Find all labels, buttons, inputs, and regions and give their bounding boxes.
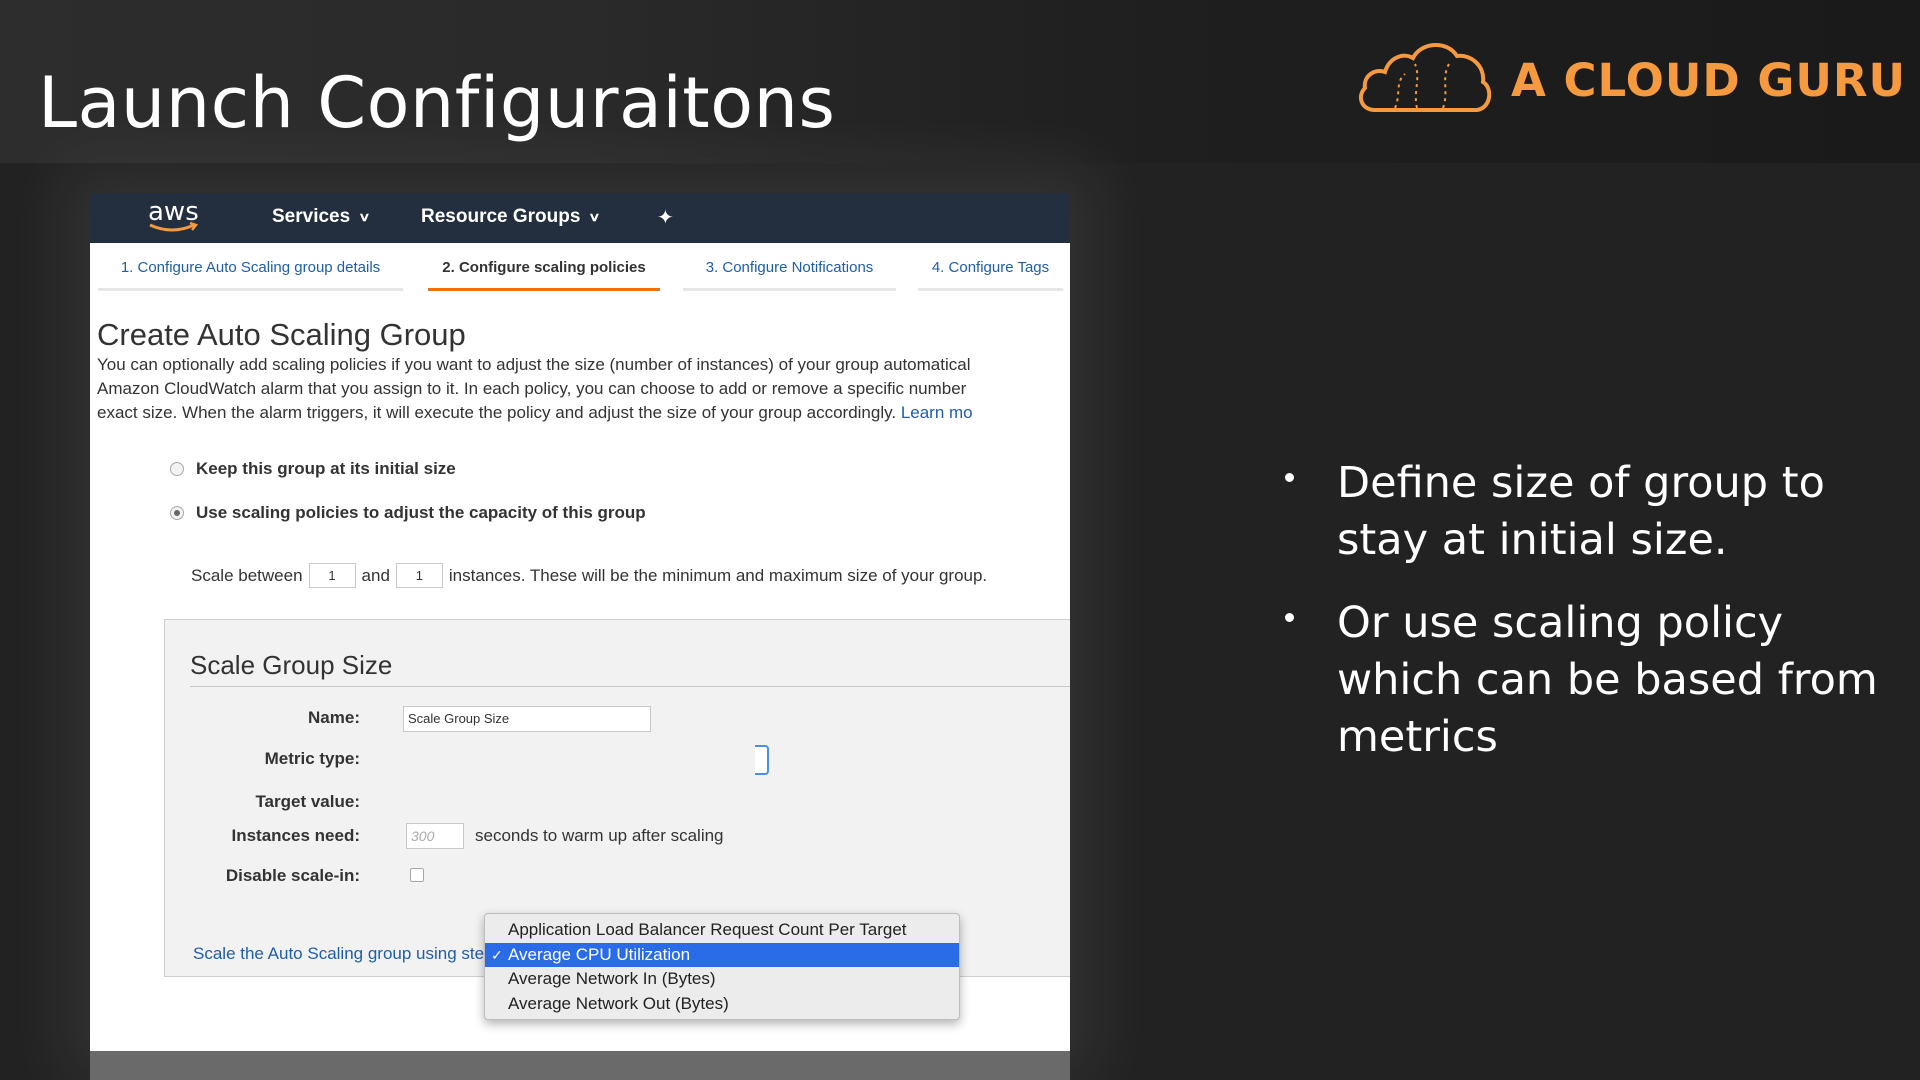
metric-type-dropdown[interactable]: Application Load Balancer Request Count … — [484, 913, 960, 1020]
bullet-item: Or use scaling policy which can be based… — [1285, 595, 1885, 766]
brand-logo: A CLOUD GURU — [1355, 38, 1906, 123]
aws-smile-icon — [149, 221, 199, 232]
aws-console-screenshot: aws Services ∨ Resource Groups ∨ ✦ 1. Co… — [90, 193, 1070, 1051]
description-line: Amazon CloudWatch alarm that you assign … — [97, 379, 967, 398]
dropdown-option-selected[interactable]: ✓ Average CPU Utilization — [485, 942, 959, 967]
dropdown-option[interactable]: Average Network Out (Bytes) — [485, 992, 959, 1017]
warmup-seconds-input[interactable]: 300 — [406, 823, 464, 849]
target-value-label: Target value: — [255, 792, 360, 811]
radio-keep-initial-size[interactable]: Keep this group at its initial size — [170, 459, 456, 479]
disable-scale-in-checkbox[interactable] — [410, 868, 424, 882]
disable-scale-in-label: Disable scale-in: — [225, 866, 360, 885]
chevron-down-icon: ∨ — [588, 210, 601, 224]
page-heading: Create Auto Scaling Group — [97, 317, 466, 352]
wizard-steps: 1. Configure Auto Scaling group details … — [98, 255, 1070, 295]
chevron-down-icon: ∨ — [358, 210, 371, 224]
bullet-item: Define size of group to stay at initial … — [1285, 455, 1885, 569]
name-label: Name: — [308, 708, 360, 727]
pin-icon[interactable]: ✦ — [657, 205, 674, 230]
dropdown-option[interactable]: Average Network In (Bytes) — [485, 967, 959, 992]
policy-name-input[interactable]: Scale Group Size — [403, 706, 651, 732]
radio-button[interactable] — [170, 462, 184, 476]
warmup-text: seconds to warm up after scaling — [475, 826, 724, 845]
learn-more-link[interactable]: Learn mo — [901, 403, 973, 422]
screenshot-bottom-edge — [90, 1051, 1070, 1080]
page-description: You can optionally add scaling policies … — [97, 353, 1070, 425]
description-line: exact size. When the alarm triggers, it … — [97, 403, 897, 422]
scale-between-prefix: Scale between — [191, 565, 303, 585]
cloud-logo-icon — [1358, 43, 1492, 112]
resource-groups-label: Resource Groups — [421, 206, 581, 227]
panel-divider — [190, 686, 1070, 687]
description-line: You can optionally add scaling policies … — [97, 355, 971, 374]
tab-step-1[interactable]: 1. Configure Auto Scaling group details — [98, 255, 403, 291]
slide-title: Launch Configuraitons — [38, 62, 836, 144]
bullet-list: Define size of group to stay at initial … — [1285, 455, 1885, 792]
checkmark-icon: ✓ — [491, 946, 503, 963]
scale-between-and: and — [361, 565, 390, 585]
tab-step-2[interactable]: 2. Configure scaling policies — [428, 255, 660, 291]
metric-type-label: Metric type: — [264, 749, 360, 768]
radio-label: Keep this group at its initial size — [196, 459, 456, 478]
resource-groups-menu[interactable]: Resource Groups ∨ — [421, 206, 601, 228]
aws-top-nav: aws Services ∨ Resource Groups ∨ ✦ — [90, 193, 1070, 243]
aws-logo[interactable]: aws — [146, 197, 204, 237]
instances-need-label: Instances need: — [231, 826, 361, 845]
tab-step-3[interactable]: 3. Configure Notifications — [683, 255, 896, 291]
radio-label: Use scaling policies to adjust the capac… — [196, 503, 646, 522]
min-instances-input[interactable]: 1 — [308, 563, 356, 588]
panel-title: Scale Group Size — [190, 650, 393, 680]
bullet-dot — [1285, 473, 1294, 482]
tab-step-4[interactable]: 4. Configure Tags — [918, 255, 1063, 291]
dropdown-option[interactable]: Application Load Balancer Request Count … — [485, 918, 959, 943]
max-instances-input[interactable]: 1 — [395, 563, 443, 588]
radio-use-scaling-policies[interactable]: Use scaling policies to adjust the capac… — [170, 503, 646, 523]
radio-button[interactable] — [170, 506, 184, 520]
services-menu[interactable]: Services ∨ — [272, 206, 371, 228]
brand-name: A CLOUD GURU — [1511, 54, 1907, 107]
metric-type-select[interactable] — [755, 745, 769, 775]
scale-between-suffix: instances. These will be the minimum and… — [448, 565, 988, 585]
bullet-dot — [1285, 613, 1294, 622]
scale-between-row: Scale between 1 and 1 instances. These w… — [191, 563, 987, 588]
services-label: Services — [272, 206, 351, 227]
